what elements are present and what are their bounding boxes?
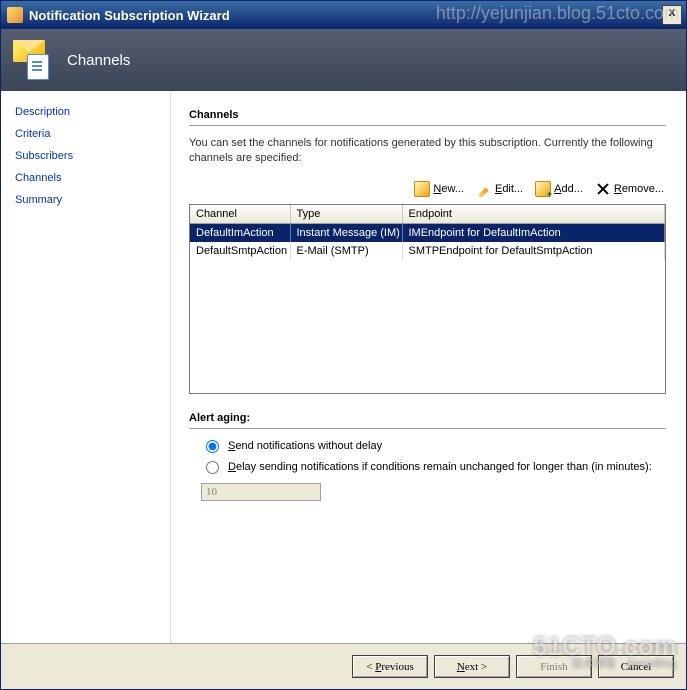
section-heading: Channels bbox=[189, 109, 666, 125]
titlebar[interactable]: Notification Subscription Wizard X bbox=[1, 1, 686, 29]
edit-icon bbox=[476, 181, 492, 197]
radio-no-delay-input[interactable] bbox=[206, 440, 219, 453]
col-endpoint[interactable]: Endpoint bbox=[402, 205, 665, 224]
sidebar-item-subscribers[interactable]: Subscribers bbox=[1, 145, 170, 167]
new-icon bbox=[414, 181, 430, 197]
divider bbox=[189, 428, 666, 429]
radio-no-delay-label: Send notifications without delay bbox=[228, 439, 382, 454]
radio-delay-label: Delay sending notifications if condition… bbox=[228, 460, 652, 475]
content-pane: Channels You can set the channels for no… bbox=[171, 91, 686, 643]
finish-button: Finish bbox=[516, 655, 592, 678]
divider bbox=[189, 125, 666, 126]
body: Description Criteria Subscribers Channel… bbox=[1, 91, 686, 643]
app-icon bbox=[7, 7, 23, 23]
intro-text: You can set the channels for notificatio… bbox=[189, 136, 666, 166]
close-button[interactable]: X bbox=[662, 5, 682, 25]
alert-heading: Alert aging: bbox=[189, 412, 666, 428]
edit-label: Edit... bbox=[495, 183, 523, 195]
sidebar-item-summary[interactable]: Summary bbox=[1, 189, 170, 211]
radio-delay-input[interactable] bbox=[206, 461, 219, 474]
cell-type: Instant Message (IM) bbox=[290, 224, 402, 243]
add-label: Add... bbox=[554, 183, 583, 195]
new-label: New... bbox=[433, 183, 464, 195]
wizard-window: Notification Subscription Wizard X Chann… bbox=[0, 0, 687, 690]
next-button[interactable]: Next > bbox=[434, 655, 510, 678]
remove-icon bbox=[595, 181, 611, 197]
sidebar: Description Criteria Subscribers Channel… bbox=[1, 91, 171, 643]
grid-header-row[interactable]: Channel Type Endpoint bbox=[190, 205, 665, 224]
window-title: Notification Subscription Wizard bbox=[29, 8, 662, 23]
cell-channel: DefaultSmtpAction bbox=[190, 242, 290, 260]
new-button[interactable]: New... bbox=[412, 180, 466, 198]
footer: < Previous Next > Finish Cancel bbox=[1, 643, 686, 689]
header-band: Channels bbox=[1, 29, 686, 91]
sidebar-item-description[interactable]: Description bbox=[1, 101, 170, 123]
edit-button[interactable]: Edit... bbox=[474, 180, 525, 198]
cell-endpoint: IMEndpoint for DefaultImAction bbox=[402, 224, 665, 243]
header-title: Channels bbox=[67, 52, 130, 69]
alert-aging-section: Alert aging: Send notifications without … bbox=[189, 412, 666, 501]
col-type[interactable]: Type bbox=[290, 205, 402, 224]
cell-type: E-Mail (SMTP) bbox=[290, 242, 402, 260]
channels-grid[interactable]: Channel Type Endpoint DefaultImAction In… bbox=[189, 204, 666, 394]
previous-button[interactable]: < Previous bbox=[352, 655, 428, 678]
remove-button[interactable]: Remove... bbox=[593, 180, 666, 198]
cancel-button[interactable]: Cancel bbox=[598, 655, 674, 678]
add-button[interactable]: Add... bbox=[533, 180, 585, 198]
table-row[interactable]: DefaultSmtpAction E-Mail (SMTP) SMTPEndp… bbox=[190, 242, 665, 260]
add-icon bbox=[535, 181, 551, 197]
toolbar: New... Edit... Add... Remove... bbox=[189, 176, 666, 204]
col-channel[interactable]: Channel bbox=[190, 205, 290, 224]
sidebar-item-criteria[interactable]: Criteria bbox=[1, 123, 170, 145]
channels-icon bbox=[13, 40, 53, 80]
cell-endpoint: SMTPEndpoint for DefaultSmtpAction bbox=[402, 242, 665, 260]
cell-channel: DefaultImAction bbox=[190, 224, 290, 243]
radio-delay[interactable]: Delay sending notifications if condition… bbox=[201, 460, 666, 475]
sidebar-item-channels[interactable]: Channels bbox=[1, 167, 170, 189]
table-row[interactable]: DefaultImAction Instant Message (IM) IME… bbox=[190, 224, 665, 243]
radio-no-delay[interactable]: Send notifications without delay bbox=[201, 439, 666, 454]
minutes-input bbox=[201, 483, 321, 501]
remove-label: Remove... bbox=[614, 183, 664, 195]
